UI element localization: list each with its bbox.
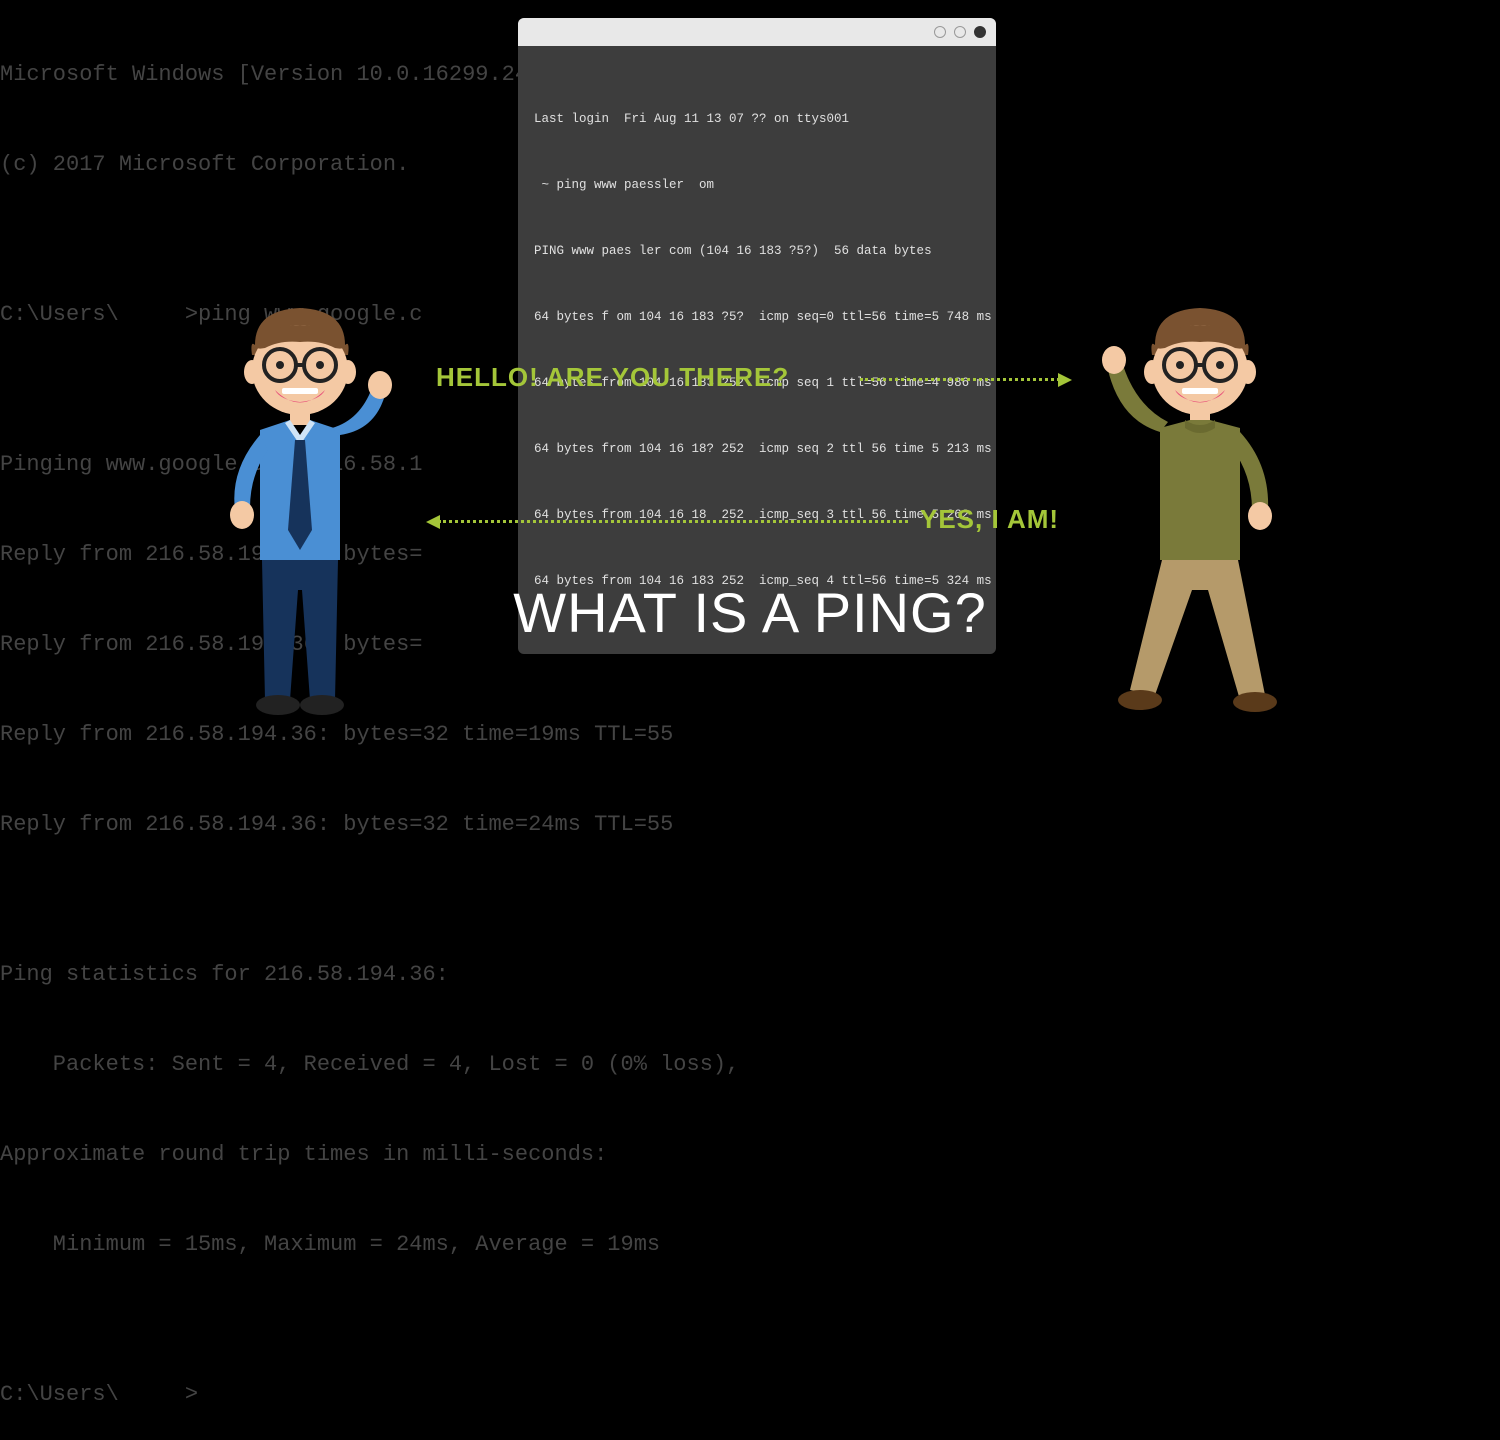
terminal-line: Last login Fri Aug 11 13 07 ?? on ttys00… — [534, 108, 980, 130]
mac-terminal-output: Last login Fri Aug 11 13 07 ?? on ttys00… — [518, 46, 996, 654]
person-sender-icon — [200, 300, 400, 745]
speech-yes: YES, I AM! — [920, 504, 1059, 535]
window-control-icon — [954, 26, 966, 38]
cmd-line: Approximate round trip times in milli-se… — [0, 1140, 1500, 1170]
cmd-line: Ping statistics for 216.58.194.36: — [0, 960, 1500, 990]
mac-terminal-window: Last login Fri Aug 11 13 07 ?? on ttys00… — [518, 18, 996, 654]
speech-hello: HELLO! ARE YOU THERE? — [436, 362, 789, 393]
terminal-line: 64 bytes f om 104 16 183 ?5? icmp seq=0 … — [534, 306, 980, 328]
person-receiver-icon — [1080, 300, 1300, 745]
window-control-icon — [974, 26, 986, 38]
cmd-line: Minimum = 15ms, Maximum = 24ms, Average … — [0, 1230, 1500, 1260]
terminal-line: ~ ping www paessler om — [534, 174, 980, 196]
terminal-line: PING www paes ler com (104 16 183 ?5?) 5… — [534, 240, 980, 262]
arrow-left-icon — [438, 520, 908, 523]
arrow-right-icon — [860, 378, 1060, 381]
window-control-icon — [934, 26, 946, 38]
cmd-line: Reply from 216.58.194.36: bytes=32 time=… — [0, 810, 1500, 840]
cmd-line: Packets: Sent = 4, Received = 4, Lost = … — [0, 1050, 1500, 1080]
cmd-line: C:\Users\ > — [0, 1380, 1500, 1410]
mac-titlebar — [518, 18, 996, 46]
terminal-line: 64 bytes from 104 16 18? 252 icmp seq 2 … — [534, 438, 980, 460]
